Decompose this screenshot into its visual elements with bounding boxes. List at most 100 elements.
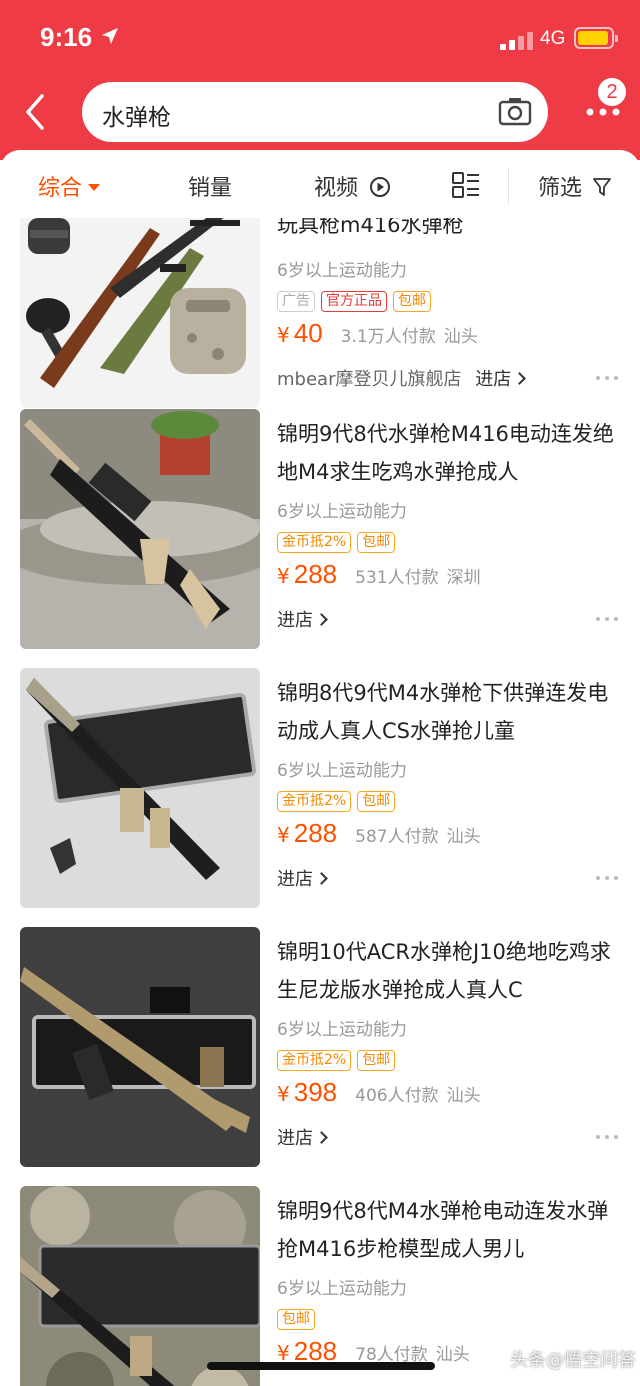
tag-ad: 广告 (277, 291, 315, 312)
ship-city: 汕头 (435, 1345, 470, 1365)
paid-count: 587人付款 (355, 827, 439, 847)
layout-toggle-icon[interactable] (452, 172, 480, 198)
product-image[interactable] (20, 409, 260, 649)
chevron-right-icon (315, 613, 328, 626)
paid-count: 531人付款 (355, 568, 439, 588)
shop-row[interactable]: mbear摩登贝儿旗舰店 进店 (277, 365, 527, 391)
product-tags: 金币抵2% 包邮 (277, 531, 401, 553)
enter-shop-link[interactable]: 进店 (277, 610, 313, 631)
more-options-icon[interactable] (596, 617, 618, 623)
sort-bar: 综合 销量 视频 筛选 (0, 150, 640, 222)
product-ability: 6岁以上运动能力 (277, 761, 407, 781)
caret-down-icon (88, 184, 101, 191)
price-row: ¥398 406人付款 汕头 (277, 1077, 481, 1117)
price-row: ¥288 78人付款 汕头 (277, 1336, 470, 1376)
currency-symbol: ¥ (277, 564, 290, 588)
tag-free-shipping: 包邮 (393, 291, 431, 312)
product-title[interactable]: 锦明10代ACR水弹枪J10绝地吃鸡求生尼龙版水弹抢成人真人C (277, 933, 622, 1009)
shop-row[interactable]: 进店 (277, 1124, 328, 1150)
play-circle-icon (370, 177, 391, 197)
notification-badge: 2 (596, 76, 628, 108)
status-bar: 9:16 4G (0, 18, 640, 62)
product-price: 398 (293, 1077, 338, 1107)
divider (508, 168, 509, 204)
tag-coin-discount: 金币抵2% (277, 791, 352, 812)
tag-free-shipping: 包邮 (357, 532, 396, 553)
product-title[interactable]: 玩具枪m416水弹枪 (277, 218, 622, 244)
shop-row[interactable]: 进店 (277, 606, 328, 632)
product-tags: 金币抵2% 包邮 (277, 1049, 401, 1071)
search-query-text[interactable]: 水弹枪 (102, 98, 171, 132)
back-arrow-icon[interactable] (20, 92, 50, 132)
tab-comprehensive[interactable]: 综合 (38, 170, 101, 202)
product-title[interactable]: 锦明8代9代M4水弹枪下供弹连发电动成人真人CS水弹抢儿童 (277, 674, 622, 750)
signal-icon (500, 30, 534, 50)
enter-shop-link[interactable]: 进店 (475, 369, 511, 390)
product-tags: 金币抵2% 包邮 (277, 790, 401, 812)
tag-free-shipping: 包邮 (357, 1050, 396, 1071)
battery-icon (574, 27, 618, 49)
product-image[interactable] (20, 927, 260, 1167)
tab-label: 筛选 (538, 176, 583, 201)
paid-count: 3.1万人付款 (340, 327, 436, 347)
enter-shop-link[interactable]: 进店 (277, 869, 313, 890)
enter-shop-link[interactable]: 进店 (277, 1128, 313, 1149)
tab-label: 综合 (38, 176, 83, 201)
chevron-right-icon (513, 372, 527, 385)
product-ability: 6岁以上运动能力 (277, 261, 407, 281)
tab-video[interactable]: 视频 (314, 170, 391, 202)
product-price: 40 (293, 318, 323, 348)
more-options-icon[interactable] (596, 876, 618, 882)
product-ability: 6岁以上运动能力 (277, 1279, 407, 1299)
product-list: 玩具枪m416水弹枪 6岁以上运动能力 广告 官方正品 包邮 ¥40 3.1万人付款汕… (0, 218, 640, 1386)
shop-name[interactable]: mbear摩登贝儿旗舰店 (277, 369, 461, 390)
tag-coin-discount: 金币抵2% (277, 532, 352, 553)
product-price: 288 (293, 818, 338, 848)
tag-free-shipping: 包邮 (277, 1309, 315, 1330)
product-item[interactable]: 玩具枪m416水弹枪 6岁以上运动能力 广告 官方正品 包邮 ¥40 3.1万人付款汕… (0, 218, 640, 427)
currency-symbol: ¥ (277, 1082, 290, 1106)
product-tags: 广告 官方正品 包邮 (277, 290, 437, 312)
product-image[interactable] (20, 668, 260, 908)
tag-coin-discount: 金币抵2% (277, 1050, 352, 1071)
more-options-icon[interactable] (596, 376, 618, 382)
tag-official: 官方正品 (321, 291, 387, 312)
search-box[interactable]: 水弹枪 (82, 82, 548, 142)
camera-icon[interactable] (498, 94, 532, 128)
product-item[interactable]: 锦明8代9代M4水弹枪下供弹连发电动成人真人CS水弹抢儿童 6岁以上运动能力 金… (0, 668, 640, 927)
ship-city: 汕头 (446, 1086, 481, 1106)
tab-label: 视频 (314, 176, 359, 201)
network-type: 4G (540, 28, 566, 49)
product-image[interactable] (20, 1186, 260, 1386)
status-time: 9:16 (40, 22, 93, 52)
filter-funnel-icon (593, 178, 611, 196)
ship-city: 汕头 (443, 327, 478, 347)
tag-free-shipping: 包邮 (357, 791, 396, 812)
product-ability: 6岁以上运动能力 (277, 502, 407, 522)
product-item[interactable]: 锦明10代ACR水弹枪J10绝地吃鸡求生尼龙版水弹抢成人真人C 6岁以上运动能力… (0, 927, 640, 1186)
product-price: 288 (293, 559, 338, 589)
tab-filter[interactable]: 筛选 (538, 170, 611, 202)
paid-count: 406人付款 (355, 1086, 439, 1106)
watermark: 头条@悟空问答 (510, 1350, 636, 1371)
shop-row[interactable]: 进店 (277, 865, 328, 891)
tab-label: 销量 (188, 176, 233, 201)
tab-sales[interactable]: 销量 (188, 170, 232, 202)
product-title[interactable]: 锦明9代8代M4水弹枪电动连发水弹抢M416步枪模型成人男儿 (277, 1192, 622, 1268)
product-image[interactable] (20, 218, 260, 408)
location-arrow-icon (102, 28, 118, 44)
currency-symbol: ¥ (277, 823, 290, 847)
price-row: ¥40 3.1万人付款 汕头 (277, 318, 478, 358)
product-title[interactable]: 锦明9代8代水弹枪M416电动连发绝地M4求生吃鸡水弹抢成人 (277, 415, 622, 491)
home-indicator[interactable] (207, 1362, 435, 1370)
ship-city: 深圳 (446, 568, 481, 588)
currency-symbol: ¥ (277, 323, 290, 347)
product-item[interactable]: 锦明9代8代水弹枪M416电动连发绝地M4求生吃鸡水弹抢成人 6岁以上运动能力 … (0, 409, 640, 668)
product-tags: 包邮 (277, 1308, 321, 1330)
ship-city: 汕头 (446, 827, 481, 847)
chevron-right-icon (315, 872, 328, 885)
price-row: ¥288 531人付款 深圳 (277, 559, 481, 599)
price-row: ¥288 587人付款 汕头 (277, 818, 481, 858)
product-ability: 6岁以上运动能力 (277, 1020, 407, 1040)
more-options-icon[interactable] (596, 1135, 618, 1141)
